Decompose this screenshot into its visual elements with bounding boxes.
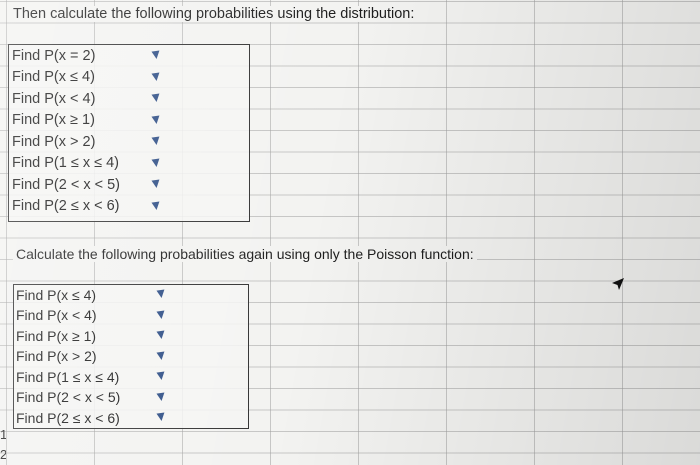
dropdown-arrow-icon[interactable] [156, 289, 166, 299]
list-item[interactable]: Find P(1 ≤ x ≤ 4) [9, 153, 249, 175]
list-item[interactable]: Find P(x < 4) [9, 88, 249, 110]
dropdown-arrow-icon[interactable] [151, 114, 161, 125]
dropdown-arrow-icon[interactable] [156, 371, 166, 381]
list-item[interactable]: Find P(2 ≤ x < 6) [14, 407, 248, 429]
probability-label: Find P(2 < x < 5) [12, 176, 120, 193]
dropdown-arrow-icon[interactable] [151, 157, 161, 168]
probability-label: Find P(x ≤ 4) [16, 286, 97, 303]
probability-label: Find P(x > 2) [16, 348, 97, 365]
dropdown-arrow-icon[interactable] [156, 412, 166, 422]
instruction-heading-distribution: Then calculate the following probabiliti… [10, 6, 418, 22]
probability-label: Find P(x ≥ 1) [12, 112, 95, 129]
list-item[interactable]: Find P(x ≥ 1) [14, 325, 248, 347]
list-item[interactable]: Find P(x ≤ 4) [9, 67, 249, 89]
dropdown-arrow-icon[interactable] [151, 71, 161, 82]
dropdown-arrow-icon[interactable] [156, 330, 166, 340]
dropdown-arrow-icon[interactable] [156, 391, 166, 402]
probability-label: Find P(x = 2) [12, 47, 96, 64]
dropdown-arrow-icon[interactable] [156, 309, 166, 320]
list-item[interactable]: Find P(x > 2) [14, 346, 248, 368]
list-item[interactable]: Find P(x ≥ 1) [9, 110, 249, 132]
list-item[interactable]: Find P(2 < x < 5) [14, 387, 248, 409]
probability-label: Find P(x ≤ 4) [12, 69, 95, 86]
probability-label: Find P(x ≥ 1) [16, 327, 97, 344]
dropdown-arrow-icon[interactable] [151, 50, 161, 60]
probability-label: Find P(2 < x < 5) [16, 389, 121, 406]
dropdown-arrow-icon[interactable] [151, 179, 161, 189]
probability-label: Find P(2 ≤ x < 6) [12, 198, 120, 215]
list-item[interactable]: Find P(2 < x < 5) [9, 174, 249, 196]
list-item[interactable]: Find P(x > 2) [9, 131, 249, 153]
probability-label: Find P(x > 2) [12, 133, 96, 150]
probability-label: Find P(1 ≤ x ≤ 4) [16, 368, 120, 385]
list-item[interactable]: Find P(1 ≤ x ≤ 4) [14, 366, 248, 388]
instruction-heading-poisson: Calculate the following probabilities ag… [13, 246, 477, 262]
mouse-pointer-icon [612, 278, 624, 290]
row-number[interactable]: 2 [0, 447, 6, 462]
probability-label: Find P(1 ≤ x ≤ 4) [12, 155, 119, 172]
dropdown-arrow-icon[interactable] [151, 136, 161, 146]
list-item[interactable]: Find P(x = 2) [9, 45, 249, 67]
probability-list-poisson: Find P(x ≤ 4) Find P(x < 4) Find P(x ≥ 1… [13, 284, 249, 429]
list-item[interactable]: Find P(x ≤ 4) [14, 284, 248, 306]
probability-list-distribution: Find P(x = 2) Find P(x ≤ 4) Find P(x < 4… [8, 44, 250, 222]
list-item[interactable]: Find P(x < 4) [14, 305, 248, 327]
dropdown-arrow-icon[interactable] [151, 93, 161, 103]
probability-label: Find P(2 ≤ x < 6) [16, 409, 120, 426]
probability-label: Find P(x < 4) [12, 90, 96, 107]
probability-label: Find P(x < 4) [16, 307, 97, 324]
list-item[interactable]: Find P(2 ≤ x < 6) [9, 196, 249, 218]
dropdown-arrow-icon[interactable] [151, 200, 161, 211]
row-number[interactable]: 1 [0, 427, 6, 442]
dropdown-arrow-icon[interactable] [156, 350, 166, 361]
